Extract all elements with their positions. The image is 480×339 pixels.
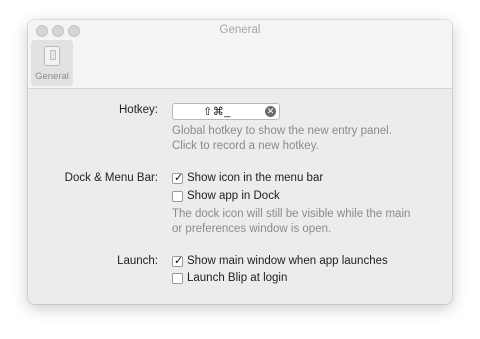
hotkey-recorder-field[interactable]: ⇧⌘_ ✕ [172,103,280,120]
checkbox-box[interactable]: ✓ [172,172,184,184]
window-title: General [219,24,261,36]
dock-help-line-1: The dock icon will still be visible whil… [172,208,411,220]
checkbox-box[interactable] [172,191,183,202]
checkbox-label: Show app in Dock [187,190,280,202]
dock-menu-bar-label: Dock & Menu Bar: [64,172,158,184]
toolbar: General General [28,20,452,89]
checkbox-label: Launch Blip at login [187,272,288,284]
checkbox-label: Show main window when app launches [187,255,388,267]
hotkey-value: ⇧⌘_ [203,106,231,118]
checkmark-icon: ✓ [174,172,184,184]
checkmark-icon: ✓ [174,255,184,267]
hotkey-help-line-1: Global hotkey to show the new entry pane… [172,125,392,137]
checkbox-label: Show icon in the menu bar [187,172,324,184]
launch-label: Launch: [117,255,158,267]
checkbox-box[interactable]: ✓ [172,255,184,267]
preferences-window: General General Hotkey: ⇧⌘_ ✕ Global hot… [28,20,452,304]
hotkey-label: Hotkey: [119,104,158,116]
hotkey-help-line-2: Click to record a new hotkey. [172,140,319,152]
checkbox-box[interactable] [172,273,183,284]
hotkey-help-text: Global hotkey to show the new entry pane… [172,124,392,154]
tab-general-label: General [35,71,69,82]
tab-general[interactable]: General [31,40,73,86]
phone-device-icon [44,46,60,66]
dock-help-text: The dock icon will still be visible whil… [172,207,410,237]
clear-hotkey-icon[interactable]: ✕ [265,106,276,117]
dock-help-line-2: or preferences window is open. [172,223,332,235]
